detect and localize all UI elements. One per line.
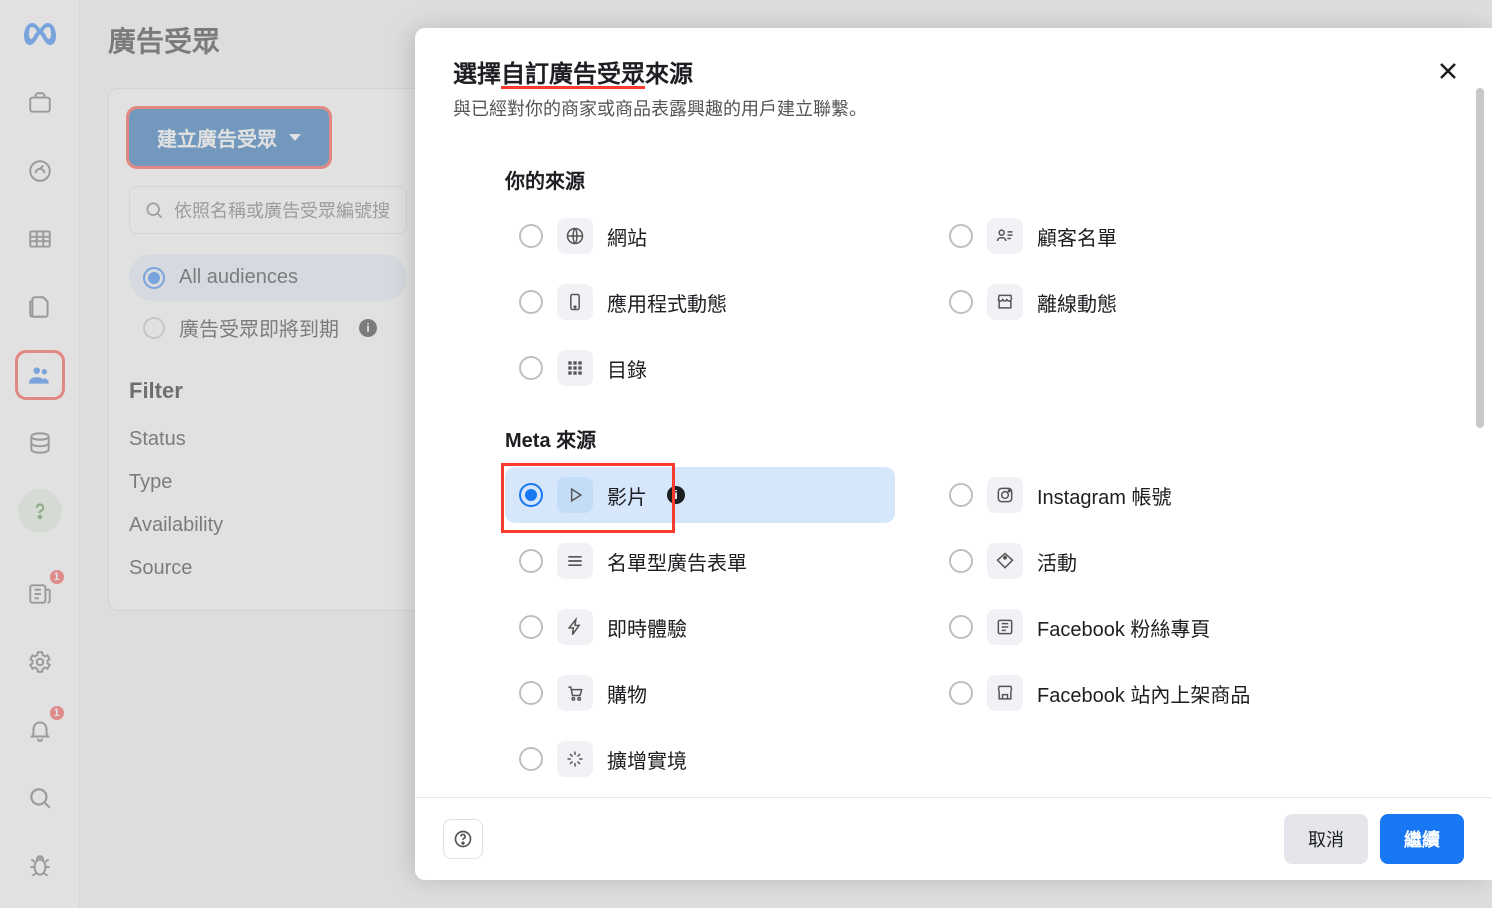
source-instant-experience-label: 即時體驗 bbox=[607, 613, 687, 642]
radio-icon bbox=[519, 615, 543, 639]
close-icon bbox=[1436, 59, 1460, 83]
close-button[interactable] bbox=[1434, 58, 1462, 86]
source-events-label: 活動 bbox=[1037, 547, 1077, 576]
radio-icon bbox=[519, 549, 543, 573]
source-instant-experience[interactable]: 即時體驗 bbox=[505, 599, 895, 655]
source-instagram[interactable]: Instagram 帳號 bbox=[935, 467, 1325, 523]
source-lead-form-label: 名單型廣告表單 bbox=[607, 547, 747, 576]
radio-icon bbox=[519, 483, 543, 507]
modal-help-button[interactable] bbox=[443, 819, 483, 859]
source-ar[interactable]: 擴增實境 bbox=[505, 731, 895, 787]
modal-title: 選擇自訂廣告受眾來源 bbox=[453, 54, 1454, 89]
cancel-button[interactable]: 取消 bbox=[1284, 814, 1368, 864]
modal-title-post: 來源 bbox=[645, 61, 693, 88]
list-icon bbox=[557, 543, 593, 579]
source-facebook-listings-label: Facebook 站內上架商品 bbox=[1037, 679, 1250, 708]
info-icon: i bbox=[667, 486, 685, 504]
instagram-icon bbox=[987, 477, 1023, 513]
source-facebook-listings[interactable]: Facebook 站內上架商品 bbox=[935, 665, 1325, 721]
source-modal: 選擇自訂廣告受眾來源 與已經對你的商家或商品表露興趣的用戶建立聯繫。 你的來源 … bbox=[415, 28, 1492, 880]
meta-sources-grid: 影片 i Instagram 帳號 名單型廣告表單 活動 即時體 bbox=[505, 467, 1325, 787]
modal-subtitle: 與已經對你的商家或商品表露興趣的用戶建立聯繫。 bbox=[453, 95, 1454, 121]
sparkle-icon bbox=[557, 741, 593, 777]
scrollbar-thumb[interactable] bbox=[1476, 88, 1484, 428]
source-app-activity[interactable]: 應用程式動態 bbox=[505, 274, 895, 330]
source-app-activity-label: 應用程式動態 bbox=[607, 288, 727, 317]
modal-title-underline: 自訂廣告受眾 bbox=[501, 61, 645, 88]
radio-icon bbox=[949, 681, 973, 705]
source-customer-list[interactable]: 顧客名單 bbox=[935, 208, 1325, 264]
store-icon bbox=[987, 284, 1023, 320]
source-customer-list-label: 顧客名單 bbox=[1037, 222, 1117, 251]
globe-icon bbox=[557, 218, 593, 254]
cart-icon bbox=[557, 675, 593, 711]
user-list-icon bbox=[987, 218, 1023, 254]
flag-icon bbox=[987, 609, 1023, 645]
mobile-icon bbox=[557, 284, 593, 320]
source-facebook-page[interactable]: Facebook 粉絲專頁 bbox=[935, 599, 1325, 655]
source-shopping[interactable]: 購物 bbox=[505, 665, 895, 721]
radio-icon bbox=[949, 224, 973, 248]
radio-icon bbox=[949, 615, 973, 639]
source-offline-activity-label: 離線動態 bbox=[1037, 288, 1117, 317]
bolt-icon bbox=[557, 609, 593, 645]
source-events[interactable]: 活動 bbox=[935, 533, 1325, 589]
section-meta-sources: Meta 來源 bbox=[505, 424, 1454, 453]
source-offline-activity[interactable]: 離線動態 bbox=[935, 274, 1325, 330]
radio-icon bbox=[519, 290, 543, 314]
modal-header: 選擇自訂廣告受眾來源 與已經對你的商家或商品表露興趣的用戶建立聯繫。 bbox=[415, 28, 1492, 129]
source-video-label: 影片 bbox=[607, 481, 647, 510]
radio-icon bbox=[949, 483, 973, 507]
source-video[interactable]: 影片 i bbox=[505, 467, 895, 523]
help-icon bbox=[453, 829, 473, 849]
source-website[interactable]: 網站 bbox=[505, 208, 895, 264]
source-website-label: 網站 bbox=[607, 222, 647, 251]
modal-body: 你的來源 網站 顧客名單 應用程式動態 離線動態 bbox=[415, 129, 1492, 797]
source-shopping-label: 購物 bbox=[607, 679, 647, 708]
modal-footer: 取消 繼續 bbox=[415, 797, 1492, 880]
source-catalog-label: 目錄 bbox=[607, 354, 647, 383]
section-your-sources: 你的來源 bbox=[505, 165, 1454, 194]
storefront-icon bbox=[987, 675, 1023, 711]
source-facebook-page-label: Facebook 粉絲專頁 bbox=[1037, 613, 1210, 642]
tag-icon bbox=[987, 543, 1023, 579]
radio-icon bbox=[519, 747, 543, 771]
radio-icon bbox=[949, 549, 973, 573]
your-sources-grid: 網站 顧客名單 應用程式動態 離線動態 目錄 bbox=[505, 208, 1325, 396]
radio-icon bbox=[519, 356, 543, 380]
grid-icon bbox=[557, 350, 593, 386]
radio-icon bbox=[519, 681, 543, 705]
radio-icon bbox=[949, 290, 973, 314]
continue-button[interactable]: 繼續 bbox=[1380, 814, 1464, 864]
source-instagram-label: Instagram 帳號 bbox=[1037, 481, 1171, 510]
radio-icon bbox=[519, 224, 543, 248]
modal-title-pre: 選擇 bbox=[453, 61, 501, 88]
source-catalog[interactable]: 目錄 bbox=[505, 340, 895, 396]
source-ar-label: 擴增實境 bbox=[607, 745, 687, 774]
play-icon bbox=[557, 477, 593, 513]
source-lead-form[interactable]: 名單型廣告表單 bbox=[505, 533, 895, 589]
